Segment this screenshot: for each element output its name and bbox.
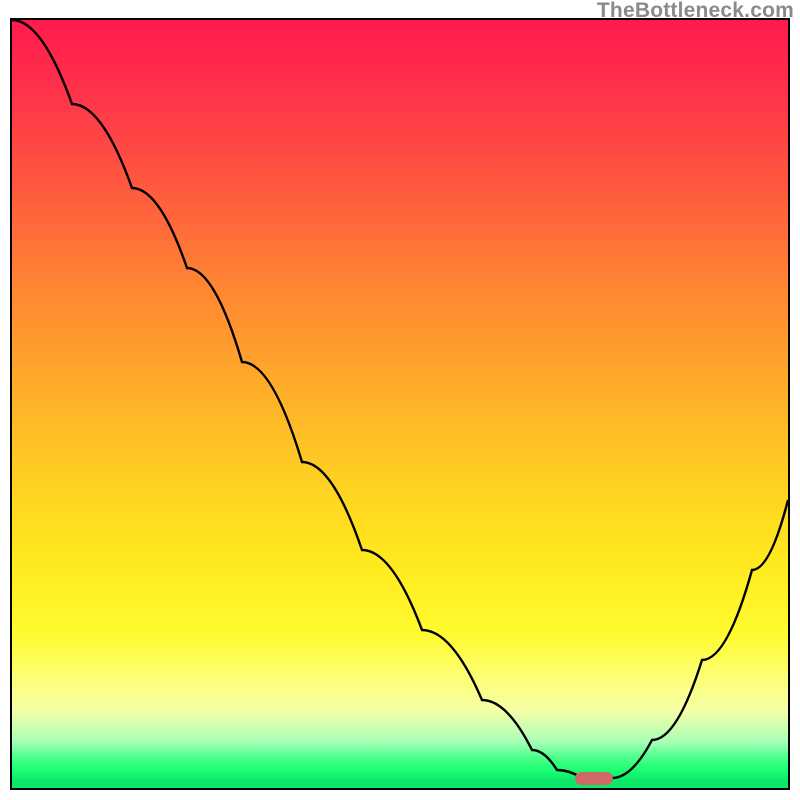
chart-curve [12,20,788,788]
chart-minimum-marker [575,772,613,785]
chart-frame [10,18,790,790]
watermark-text: TheBottleneck.com [597,0,794,23]
